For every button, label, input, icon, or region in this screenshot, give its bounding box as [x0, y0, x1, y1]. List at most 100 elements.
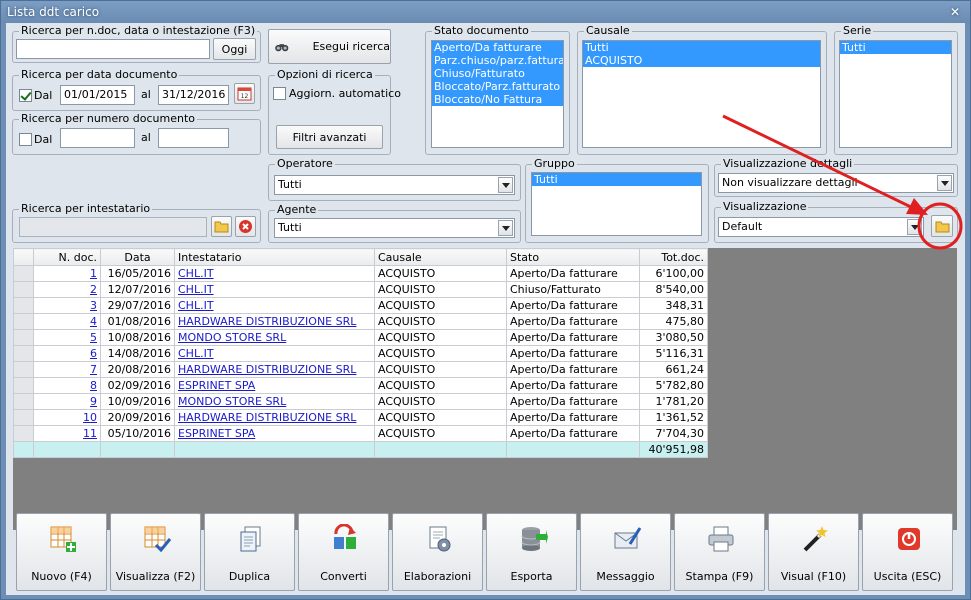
nuovo-button[interactable]: Nuovo (F4) — [16, 513, 107, 591]
esporta-button[interactable]: Esporta — [486, 513, 577, 591]
cell-owner[interactable]: HARDWARE DISTRIBUZIONE SRL — [174, 409, 375, 426]
stampa-button[interactable]: Stampa (F9) — [674, 513, 765, 591]
cell-owner[interactable]: CHL.IT — [174, 265, 375, 282]
owner-link[interactable]: MONDO STORE SRL — [178, 331, 286, 344]
row-selector[interactable] — [13, 377, 34, 394]
cell-ndoc[interactable]: 3 — [33, 297, 101, 314]
row-selector[interactable] — [13, 345, 34, 362]
owner-link[interactable]: CHL.IT — [178, 299, 214, 312]
table-row[interactable]: 7 20/08/2016 HARDWARE DISTRIBUZIONE SRL ACQ… — [13, 361, 708, 378]
calendar-icon[interactable]: 12 — [234, 83, 255, 104]
advanced-filters-button[interactable]: Filtri avanzati — [276, 125, 383, 149]
visualizza-button[interactable]: Visualizza (F2) — [110, 513, 201, 591]
table-row[interactable]: 2 12/07/2016 CHL.IT ACQUISTO Chiuso/Fatturat… — [13, 281, 708, 298]
owner-clear-button[interactable] — [235, 216, 256, 237]
cell-owner[interactable]: HARDWARE DISTRIBUZIONE SRL — [174, 361, 375, 378]
visualizzazione-folder-button[interactable] — [931, 215, 953, 237]
owner-input[interactable] — [19, 217, 207, 237]
grid-header-selector[interactable] — [13, 248, 34, 266]
agente-select[interactable]: Tutti — [274, 218, 515, 238]
doc-number-link[interactable]: 8 — [90, 379, 97, 392]
table-row[interactable]: 9 10/09/2016 MONDO STORE SRL ACQUISTO Aperto… — [13, 393, 708, 410]
stato-listbox[interactable]: Aperto/Da fatturare Parz.chiuso/parz.fat… — [431, 40, 564, 148]
cell-ndoc[interactable]: 6 — [33, 345, 101, 362]
cell-owner[interactable]: CHL.IT — [174, 345, 375, 362]
row-selector[interactable] — [13, 297, 34, 314]
col-header-date[interactable]: Data — [100, 248, 175, 266]
cell-ndoc[interactable]: 11 — [33, 425, 101, 442]
doc-number-link[interactable]: 10 — [83, 411, 97, 424]
causale-listbox[interactable]: Tutti ACQUISTO — [582, 40, 821, 148]
doc-number-link[interactable]: 9 — [90, 395, 97, 408]
table-row[interactable]: 11 05/10/2016 ESPRINET SPA ACQUISTO Aperto/D… — [13, 425, 708, 442]
cell-ndoc[interactable]: 7 — [33, 361, 101, 378]
table-row[interactable]: 10 20/09/2016 HARDWARE DISTRIBUZIONE SRL AC… — [13, 409, 708, 426]
row-selector[interactable] — [13, 313, 34, 330]
col-header-causale[interactable]: Causale — [374, 248, 507, 266]
row-selector[interactable] — [13, 409, 34, 426]
search-button[interactable]: Esegui ricerca — [268, 29, 391, 64]
cell-ndoc[interactable]: 8 — [33, 377, 101, 394]
cell-owner[interactable]: ESPRINET SPA — [174, 377, 375, 394]
visualizzazione-select[interactable]: Default — [718, 217, 924, 237]
stato-item[interactable]: Parz.chiuso/parz.fatturato — [432, 54, 563, 67]
duplica-button[interactable]: Duplica — [204, 513, 295, 591]
chevron-down-icon[interactable] — [907, 219, 922, 235]
owner-link[interactable]: MONDO STORE SRL — [178, 395, 286, 408]
chevron-down-icon[interactable] — [498, 177, 513, 193]
table-row[interactable]: 5 10/08/2016 MONDO STORE SRL ACQUISTO Aperto… — [13, 329, 708, 346]
auto-update-checkbox[interactable] — [273, 87, 286, 100]
serie-item[interactable]: Tutti — [840, 41, 951, 54]
today-button[interactable]: Oggi — [213, 38, 256, 60]
row-selector[interactable] — [13, 361, 34, 378]
cell-ndoc[interactable]: 5 — [33, 329, 101, 346]
doc-number-link[interactable]: 6 — [90, 347, 97, 360]
col-header-owner[interactable]: Intestatario — [174, 248, 375, 266]
stato-item[interactable]: Bloccato/No Fattura — [432, 93, 563, 106]
owner-link[interactable]: CHL.IT — [178, 283, 214, 296]
uscita-button[interactable]: Uscita (ESC) — [862, 513, 953, 591]
row-selector[interactable] — [13, 393, 34, 410]
causale-item[interactable]: ACQUISTO — [583, 54, 820, 67]
num-from-input[interactable] — [60, 128, 135, 148]
col-header-total[interactable]: Tot.doc. — [639, 248, 708, 266]
cell-owner[interactable]: HARDWARE DISTRIBUZIONE SRL — [174, 313, 375, 330]
col-header-stato[interactable]: Stato — [506, 248, 640, 266]
owner-link[interactable]: HARDWARE DISTRIBUZIONE SRL — [178, 411, 356, 424]
owner-link[interactable]: HARDWARE DISTRIBUZIONE SRL — [178, 315, 356, 328]
gruppo-item[interactable]: Tutti — [532, 173, 701, 186]
doc-number-link[interactable]: 1 — [90, 267, 97, 280]
row-selector[interactable] — [13, 425, 34, 442]
cell-owner[interactable]: CHL.IT — [174, 281, 375, 298]
table-row[interactable]: 6 14/08/2016 CHL.IT ACQUISTO Aperto/Da fattu… — [13, 345, 708, 362]
elaborazioni-button[interactable]: Elaborazioni — [392, 513, 483, 591]
table-row[interactable]: 3 29/07/2016 CHL.IT ACQUISTO Aperto/Da fattu… — [13, 297, 708, 314]
row-selector[interactable] — [13, 281, 34, 298]
results-grid[interactable]: N. doc. Data Intestatario Causale Stato … — [13, 248, 708, 458]
date-from-checkbox[interactable] — [19, 89, 32, 102]
owner-link[interactable]: CHL.IT — [178, 267, 214, 280]
doc-number-link[interactable]: 2 — [90, 283, 97, 296]
owner-link[interactable]: HARDWARE DISTRIBUZIONE SRL — [178, 363, 356, 376]
doc-number-link[interactable]: 7 — [90, 363, 97, 376]
search-ndoc-input[interactable] — [16, 39, 210, 59]
date-to-input[interactable]: 31/12/2016 — [158, 85, 229, 105]
messaggio-button[interactable]: Messaggio — [580, 513, 671, 591]
cell-owner[interactable]: ESPRINET SPA — [174, 425, 375, 442]
cell-owner[interactable]: CHL.IT — [174, 297, 375, 314]
cell-ndoc[interactable]: 10 — [33, 409, 101, 426]
title-bar[interactable]: Lista ddt carico ✕ — [1, 1, 970, 23]
vis-dettagli-select[interactable]: Non visualizzare dettagli — [718, 173, 954, 193]
cell-owner[interactable]: MONDO STORE SRL — [174, 329, 375, 346]
cell-ndoc[interactable]: 1 — [33, 265, 101, 282]
stato-item[interactable]: Chiuso/Fatturato — [432, 67, 563, 80]
doc-number-link[interactable]: 5 — [90, 331, 97, 344]
gruppo-listbox[interactable]: Tutti — [531, 172, 702, 236]
cell-ndoc[interactable]: 4 — [33, 313, 101, 330]
owner-folder-button[interactable] — [211, 216, 232, 237]
table-row[interactable]: 8 02/09/2016 ESPRINET SPA ACQUISTO Aperto/Da… — [13, 377, 708, 394]
visual-button[interactable]: Visual (F10) — [768, 513, 859, 591]
chevron-down-icon[interactable] — [498, 220, 513, 236]
owner-link[interactable]: ESPRINET SPA — [178, 427, 255, 440]
close-icon[interactable]: ✕ — [948, 5, 962, 19]
